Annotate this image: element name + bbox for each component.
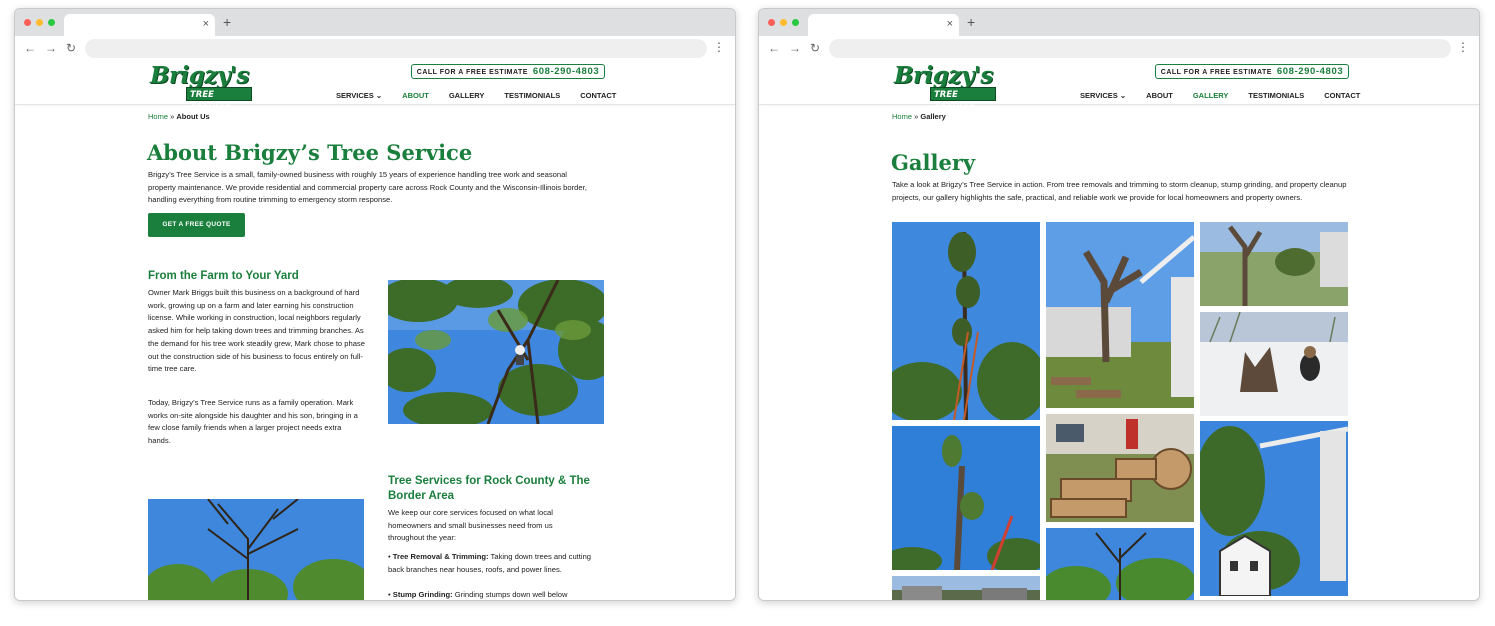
free-estimate-callout[interactable]: CALL FOR A FREE ESTIMATE 608-290-4803 [411,64,605,79]
nav-contact[interactable]: CONTACT [1324,90,1360,102]
breadcrumb-current: About Us [176,112,210,121]
tab-close-icon[interactable]: × [947,18,953,31]
gallery-photo[interactable] [1046,414,1194,522]
breadcrumb: Home » Gallery [892,112,946,121]
nav-contact[interactable]: CONTACT [580,90,616,102]
reload-icon[interactable]: ↻ [66,41,76,55]
main-nav: SERVICES ⌄ ABOUT GALLERY TESTIMONIALS CO… [336,90,616,102]
nav-about[interactable]: ABOUT [1146,90,1173,102]
browser-tab[interactable]: × [64,14,215,36]
logo-subtitle: TREE SERVICE [930,87,996,114]
page-title: Gallery [891,150,976,175]
get-free-quote-button[interactable]: GET A FREE QUOTE [148,213,245,237]
service-title: Stump Grinding: [392,590,453,599]
breadcrumb-current: Gallery [920,112,946,121]
services-list-item: • Stump Grinding: Grinding stumps down w… [388,590,568,599]
browser-menu-icon[interactable]: ⋮ [1457,40,1469,54]
phone-number: 608-290-4803 [1276,66,1344,77]
tab-bar: × + [759,9,1479,36]
nav-testimonials[interactable]: TESTIMONIALS [504,90,560,102]
estimate-label: CALL FOR A FREE ESTIMATE [1160,69,1272,76]
gallery-photo[interactable] [1046,222,1194,408]
gallery-intro: Take a look at Brigzy’s Tree Service in … [892,180,1347,202]
services-list-item: • Tree Removal & Trimming: Taking down t… [388,552,592,574]
new-tab-icon[interactable]: + [967,14,975,30]
browser-toolbar: ← → ↻ ⋮ [15,36,735,61]
back-icon[interactable]: ← [24,41,36,55]
close-window-icon[interactable] [768,19,775,26]
services-heading: Tree Services for Rock County & The Bord… [388,475,590,502]
address-bar[interactable] [829,39,1451,58]
browser-window-gallery: × + ← → ↻ ⋮ Brigzy's TREE SERVICE CALL F… [758,8,1480,601]
logo-wordmark: Brigzy's [894,62,993,89]
intro-paragraph: Brigzy’s Tree Service is a small, family… [148,170,587,205]
back-icon[interactable]: ← [768,41,780,55]
nav-about[interactable]: ABOUT [402,90,429,102]
nav-gallery[interactable]: GALLERY [449,90,485,102]
site-header: Brigzy's TREE SERVICE CALL FOR A FREE ES… [15,61,735,114]
farm-paragraph-1: Owner Mark Briggs built this business on… [148,288,365,374]
breadcrumb-home[interactable]: Home [892,112,912,121]
brigzys-logo[interactable]: Brigzy's TREE SERVICE [150,62,252,114]
service-description: Grinding stumps down well below [452,590,568,599]
nav-services[interactable]: SERVICES ⌄ [1080,90,1126,102]
close-window-icon[interactable] [24,19,31,26]
browser-toolbar: ← → ↻ ⋮ [759,36,1479,61]
about-page: Brigzy's TREE SERVICE CALL FOR A FREE ES… [15,61,735,600]
logo-subtitle: TREE SERVICE [186,87,252,114]
tab-close-icon[interactable]: × [203,18,209,31]
phone-number: 608-290-4803 [532,66,600,77]
forward-icon[interactable]: → [789,41,801,55]
new-tab-icon[interactable]: + [223,14,231,30]
browser-window-about: × + ← → ↻ ⋮ Brigzy's TREE SERVICE CALL F… [14,8,736,601]
logo-wordmark: Brigzy's [150,62,249,89]
minimize-window-icon[interactable] [780,19,787,26]
nav-testimonials[interactable]: TESTIMONIALS [1248,90,1304,102]
free-estimate-callout[interactable]: CALL FOR A FREE ESTIMATE 608-290-4803 [1155,64,1349,79]
breadcrumb-home[interactable]: Home [148,112,168,121]
maximize-window-icon[interactable] [792,19,799,26]
services-intro: We keep our core services focused on wha… [388,508,553,543]
address-bar[interactable] [85,39,707,58]
nav-services[interactable]: SERVICES ⌄ [336,90,382,102]
browser-menu-icon[interactable]: ⋮ [713,40,725,54]
gallery-photo[interactable] [892,576,1040,600]
reload-icon[interactable]: ↻ [810,41,820,55]
service-title: Tree Removal & Trimming: [392,552,489,561]
farm-paragraph-2: Today, Brigzy’s Tree Service runs as a f… [148,398,358,446]
gallery-page: Brigzy's TREE SERVICE CALL FOR A FREE ES… [759,61,1479,600]
minimize-window-icon[interactable] [36,19,43,26]
gallery-photo[interactable] [1200,222,1348,306]
gallery-photo[interactable] [892,426,1040,570]
nav-gallery[interactable]: GALLERY [1193,90,1229,102]
farm-heading: From the Farm to Your Yard [148,270,299,282]
forward-icon[interactable]: → [45,41,57,55]
maximize-window-icon[interactable] [48,19,55,26]
gallery-photo[interactable] [1200,312,1348,416]
gallery-photo[interactable] [892,222,1040,420]
large-tree-photo [148,499,364,600]
breadcrumb: Home » About Us [148,112,210,121]
tree-climber-photo [388,280,604,424]
brigzys-logo[interactable]: Brigzy's TREE SERVICE [894,62,996,114]
estimate-label: CALL FOR A FREE ESTIMATE [416,69,528,76]
gallery-photo[interactable] [1046,528,1194,600]
browser-tab[interactable]: × [808,14,959,36]
gallery-photo[interactable] [1200,421,1348,596]
main-nav: SERVICES ⌄ ABOUT GALLERY TESTIMONIALS CO… [1080,90,1360,102]
site-header: Brigzy's TREE SERVICE CALL FOR A FREE ES… [759,61,1479,114]
tab-bar: × + [15,9,735,36]
page-title: About Brigzy’s Tree Service [147,140,473,165]
